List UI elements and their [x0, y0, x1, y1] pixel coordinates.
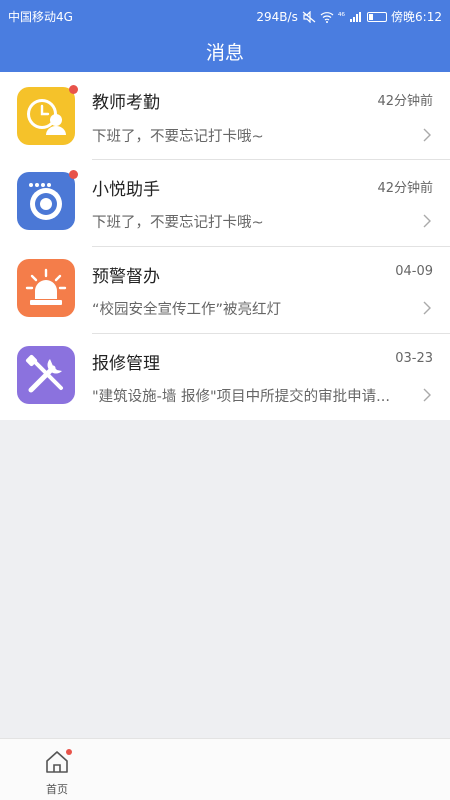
tools-icon	[17, 346, 75, 404]
signal-label: ⁴⁶	[337, 11, 346, 22]
item-preview: 下班了，不要忘记打卡哦~	[92, 129, 264, 145]
list-item-teacher-attendance[interactable]: 教师考勤 42分钟前 下班了，不要忘记打卡哦~	[0, 72, 450, 159]
battery-icon	[367, 11, 388, 22]
unread-badge	[69, 170, 78, 179]
item-time: 42分钟前	[377, 181, 433, 196]
clock-label: 傍晚6:12	[391, 10, 442, 24]
item-preview: “校园安全宣传工作”被亮红灯	[92, 302, 282, 318]
item-preview: 下班了，不要忘记打卡哦~	[92, 215, 264, 231]
network-speed: 294B/s	[256, 9, 298, 24]
chevron-right-icon	[423, 128, 431, 142]
unread-badge	[66, 749, 72, 755]
carrier-label: 中国移动4G	[8, 10, 73, 24]
item-title: 预警督办	[92, 267, 160, 287]
tab-home[interactable]: 首页	[34, 743, 80, 797]
item-time: 42分钟前	[377, 94, 433, 109]
list-item-assistant[interactable]: 小悦助手 42分钟前 下班了，不要忘记打卡哦~	[0, 159, 450, 246]
item-time: 03-23	[395, 351, 433, 366]
tab-home-label: 首页	[46, 783, 68, 796]
item-title: 报修管理	[92, 354, 160, 374]
mute-icon	[302, 10, 316, 23]
bottom-tabbar: 首页	[0, 738, 450, 800]
item-title: 教师考勤	[92, 93, 160, 113]
status-bar: 中国移动4G 294B/s ⁴⁶ 傍晚6:12	[0, 0, 450, 30]
signal-icon	[349, 11, 363, 23]
camera-robot-icon	[17, 170, 78, 230]
status-right: 294B/s ⁴⁶ 傍晚6:12	[256, 8, 442, 25]
chevron-right-icon	[423, 388, 431, 402]
alarm-light-icon	[17, 259, 75, 317]
list-item-warning[interactable]: 预警督办 04-09 “校园安全宣传工作”被亮红灯	[0, 246, 450, 333]
item-title: 小悦助手	[92, 180, 160, 200]
header: 中国移动4G 294B/s ⁴⁶ 傍晚6:12 消息	[0, 0, 450, 72]
unread-badge	[69, 85, 78, 94]
item-time: 04-09	[395, 264, 433, 279]
wifi-icon	[320, 11, 334, 23]
clock-person-icon	[17, 85, 78, 145]
page-title: 消息	[205, 42, 244, 64]
item-preview: "建筑设施-墙 报修"项目中所提交的审批申请...	[92, 389, 391, 405]
message-list: 教师考勤 42分钟前 下班了，不要忘记打卡哦~ 小悦助手 42分钟前 下班了，不…	[0, 72, 450, 420]
list-item-repair[interactable]: 报修管理 03-23 "建筑设施-墙 报修"项目中所提交的审批申请...	[0, 333, 450, 420]
chevron-right-icon	[423, 301, 431, 315]
chevron-right-icon	[423, 214, 431, 228]
